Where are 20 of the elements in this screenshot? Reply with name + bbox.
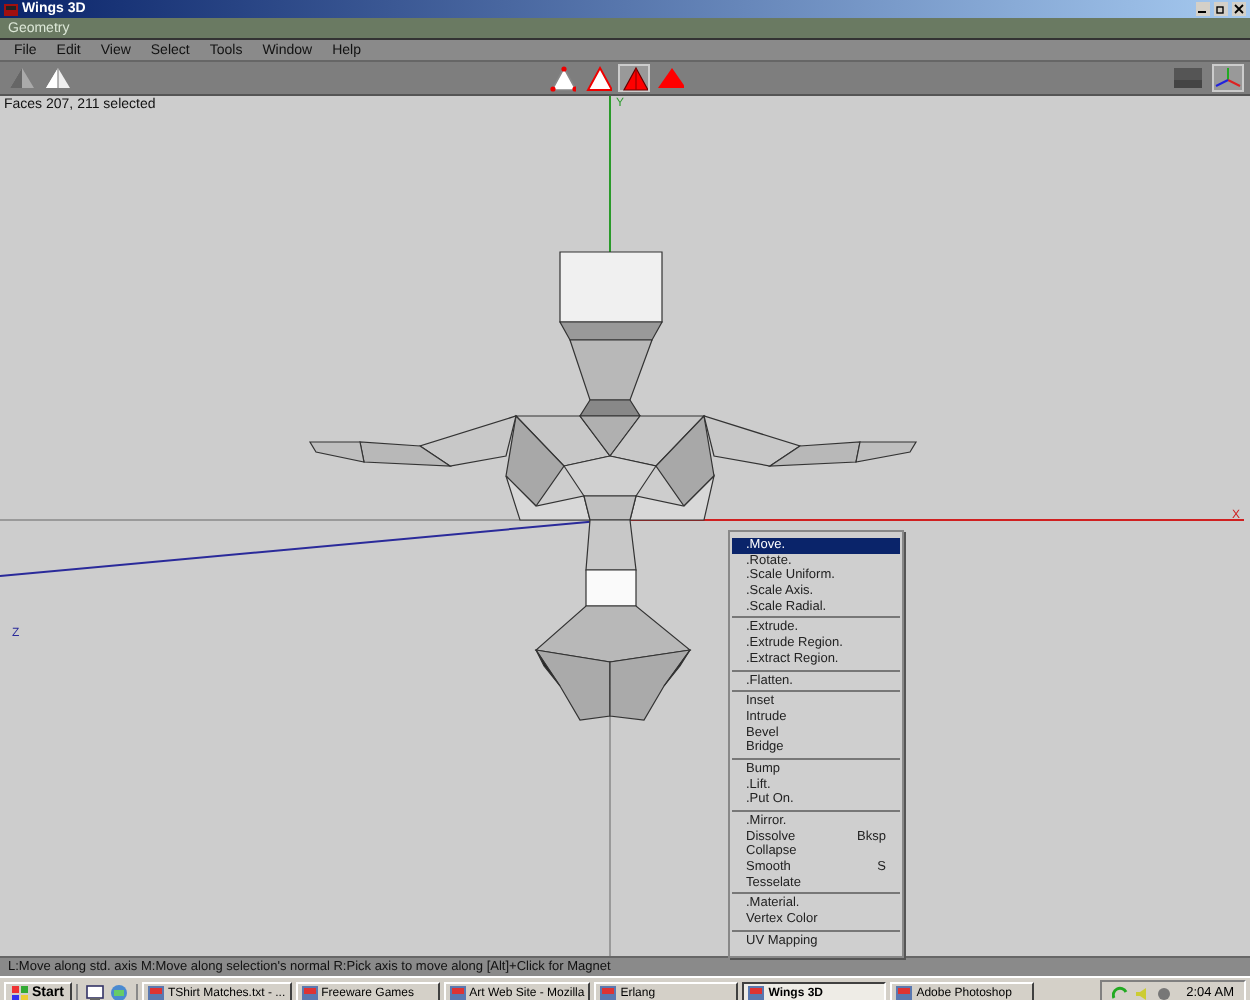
app-icon — [301, 985, 318, 1000]
axes-icon[interactable] — [1212, 64, 1244, 92]
smooth-shading-icon[interactable] — [6, 64, 38, 92]
app-icon — [748, 985, 765, 1000]
desktop-icon[interactable] — [85, 984, 104, 1000]
selection-mode-icon[interactable] — [582, 64, 614, 92]
close-button[interactable] — [1232, 2, 1246, 16]
app-icon — [147, 985, 164, 1000]
ground-plane-icon[interactable] — [1172, 64, 1204, 92]
app-icon — [896, 985, 913, 1000]
app-icon — [4, 3, 18, 15]
tray-app-icon[interactable] — [1156, 985, 1173, 1000]
restore-button[interactable] — [1214, 2, 1228, 16]
selection-mode-icon[interactable] — [546, 64, 578, 92]
app-icon — [600, 985, 617, 1000]
app-icon — [449, 985, 466, 1000]
selection-mode-icon[interactable] — [618, 64, 650, 92]
flat-shading-icon[interactable] — [42, 64, 74, 92]
windows-logo-icon — [12, 985, 28, 1000]
minimize-button[interactable] — [1196, 2, 1210, 16]
